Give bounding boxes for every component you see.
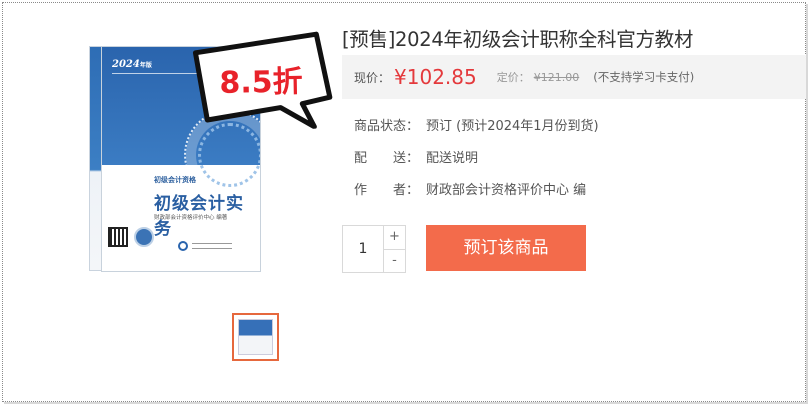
preorder-button[interactable]: 预订该商品 — [426, 225, 586, 271]
page-frame: 2024年版 初级会计资格 初级会计实务 财政部会计资格评价中心 编著 8.5折 — [2, 2, 806, 402]
increase-button[interactable]: + — [384, 226, 405, 250]
cover-series: 初级会计资格 — [154, 176, 196, 184]
cover-year: 2024年版 — [112, 59, 152, 70]
detail-key: 配 送： — [354, 151, 420, 166]
detail-value: 预订 (预计2024年1月份到货) — [426, 119, 599, 134]
publisher-logo-icon — [178, 241, 188, 251]
price-panel: 现价： ¥102.85 定价： ¥121.00 (不支持学习卡支付) — [342, 55, 806, 99]
thumbnail-image[interactable] — [232, 313, 279, 361]
qr-code-icon — [108, 227, 128, 247]
purchase-area: + - 预订该商品 — [342, 225, 586, 273]
product-details: 商品状态： 预订 (预计2024年1月份到货) 配 送： 配送说明 作 者： 财… — [354, 115, 599, 211]
decrease-button[interactable]: - — [384, 250, 405, 273]
thumbnail-book — [238, 319, 273, 355]
list-price-label: 定价： — [496, 71, 530, 84]
detail-row-status: 商品状态： 预订 (预计2024年1月份到货) — [354, 115, 599, 147]
cover-year-number: 2024 — [112, 59, 140, 70]
quantity-input[interactable] — [343, 226, 383, 272]
product-info: [预售]2024年初级会计职称全科官方教材 现价： ¥102.85 定价： ¥1… — [342, 25, 806, 273]
detail-value: 财政部会计资格评价中心 编 — [426, 183, 587, 198]
cover-author: 财政部会计资格评价中心 编著 — [154, 215, 228, 221]
product-title: [预售]2024年初级会计职称全科官方教材 — [342, 28, 694, 51]
payment-note: (不支持学习卡支付) — [593, 70, 695, 84]
detail-row-shipping: 配 送： 配送说明 — [354, 147, 599, 179]
list-price: ¥121.00 — [533, 70, 580, 84]
quantity-buttons: + - — [383, 226, 405, 272]
seal-icon — [134, 227, 154, 247]
detail-key: 商品状态： — [354, 119, 420, 134]
publisher-text-mark — [192, 243, 232, 249]
cover-year-suffix: 年版 — [139, 62, 152, 69]
quantity-stepper: + - — [342, 225, 406, 273]
product-gallery: 2024年版 初级会计资格 初级会计实务 财政部会计资格评价中心 编著 8.5折 — [83, 13, 333, 363]
discount-rate: 8.5折 — [219, 64, 303, 101]
discount-bubble: 8.5折 — [184, 27, 341, 132]
current-price: ¥102.85 — [394, 65, 477, 89]
shipping-info-link[interactable]: 配送说明 — [426, 147, 478, 179]
current-price-label: 现价： — [354, 70, 391, 85]
detail-key: 作 者： — [354, 183, 420, 198]
detail-row-author: 作 者： 财政部会计资格评价中心 编 — [354, 179, 599, 211]
